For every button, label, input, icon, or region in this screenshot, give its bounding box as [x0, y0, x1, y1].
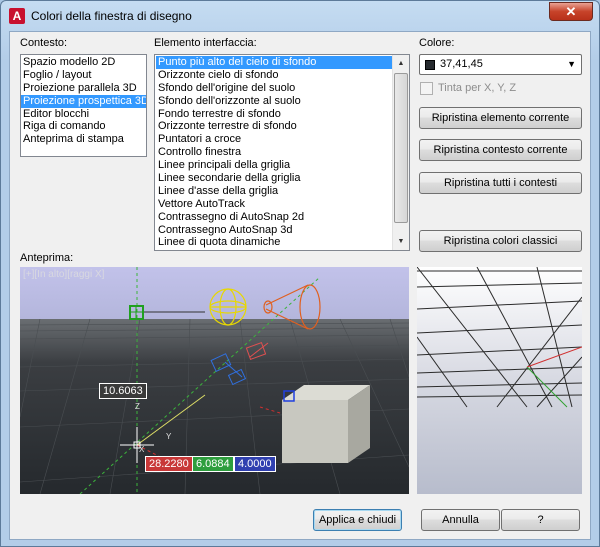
- window-title: Colori della finestra di disegno: [31, 9, 192, 23]
- preview-label: Anteprima:: [20, 252, 74, 264]
- tint-checkbox[interactable]: [420, 82, 433, 95]
- restore-classic-colors-button[interactable]: Ripristina colori classici: [419, 230, 582, 252]
- interface-element-list-item[interactable]: Fondo terrestre di sfondo: [156, 108, 392, 121]
- color-value: 37,41,45: [440, 58, 483, 70]
- context-list-item[interactable]: Anteprima di stampa: [21, 133, 146, 146]
- interface-element-list-item[interactable]: Controllo finestra: [156, 146, 392, 159]
- apply-close-button[interactable]: Applica e chiudi: [313, 509, 402, 531]
- interface-element-list-item[interactable]: Linee d'asse della griglia: [156, 185, 392, 198]
- context-list-item[interactable]: Proiezione parallela 3D: [21, 82, 146, 95]
- color-dropdown[interactable]: 37,41,45 ▼: [419, 54, 582, 75]
- interface-element-list-item[interactable]: Sfondo dell'origine del suolo: [156, 82, 392, 95]
- dialog-window: A Colori della finestra di disegno ✕ Con…: [0, 0, 600, 547]
- axis-y-label: Y: [166, 432, 172, 441]
- autocad-logo-icon: A: [9, 8, 25, 24]
- interface-element-list-item[interactable]: Linee principali della griglia: [156, 159, 392, 172]
- interface-element-list-item[interactable]: Punto più alto del cielo di sfondo: [156, 56, 392, 69]
- close-button[interactable]: ✕: [549, 2, 593, 21]
- context-list-item[interactable]: Spazio modello 2D: [21, 56, 146, 69]
- interface-element-list-item[interactable]: Contrassegno AutoSnap 3d: [156, 224, 392, 237]
- dynamic-input-y: 6.0884: [192, 456, 234, 472]
- context-list-item[interactable]: Riga di comando: [21, 120, 146, 133]
- interface-element-list[interactable]: Punto più alto del cielo di sfondo Orizzo…: [154, 54, 410, 251]
- context-list[interactable]: Spazio modello 2D Foglio / layout Proiezio…: [20, 54, 147, 157]
- restore-all-contexts-button[interactable]: Ripristina tutti i contesti: [419, 172, 582, 194]
- interface-element-list-item[interactable]: Orizzonte cielo di sfondo: [156, 69, 392, 82]
- preview-viewport: Z Y X [+][In alto][raggi X] 10.6063 28.2…: [20, 267, 409, 494]
- scroll-down-arrow-icon[interactable]: ▼: [393, 233, 409, 250]
- perspective-grid: [417, 267, 582, 494]
- interface-element-list-item[interactable]: Linee di quota dinamiche: [156, 236, 392, 249]
- restore-current-context-button[interactable]: Ripristina contesto corrente: [419, 139, 582, 161]
- interface-element-list-item[interactable]: Puntatori a croce: [156, 133, 392, 146]
- tint-checkbox-label: Tinta per X, Y, Z: [438, 82, 517, 94]
- scrollbar-thumb[interactable]: [394, 73, 408, 223]
- restore-current-element-button[interactable]: Ripristina elemento corrente: [419, 107, 582, 129]
- scroll-up-arrow-icon[interactable]: ▲: [393, 55, 409, 72]
- preview-perspective: [417, 267, 582, 494]
- dynamic-input-z: 4.0000: [234, 456, 276, 472]
- cancel-button[interactable]: Annulla: [421, 509, 500, 531]
- interface-element-list-item[interactable]: Sfondo dell'orizzonte al suolo: [156, 95, 392, 108]
- dynamic-input-x: 28.2280: [145, 456, 193, 472]
- color-label: Colore:: [419, 37, 455, 49]
- box-object: [282, 385, 370, 463]
- interface-element-label: Elemento interfaccia:: [154, 37, 257, 49]
- viewport-label[interactable]: [+][In alto][raggi X]: [23, 269, 104, 280]
- context-list-item[interactable]: Proiezione prospettica 3D: [21, 94, 146, 108]
- interface-element-list-item[interactable]: Contrassegno di AutoSnap 2d: [156, 211, 392, 224]
- context-list-item[interactable]: Foglio / layout: [21, 69, 146, 82]
- context-label: Contesto:: [20, 37, 68, 49]
- axis-x-label: X: [139, 445, 145, 454]
- interface-element-list-item[interactable]: Orizzonte terrestre di sfondo: [156, 120, 392, 133]
- interface-list-scrollbar[interactable]: ▲ ▼: [392, 55, 409, 250]
- dynamic-dimension-distance: 10.6063: [99, 383, 147, 399]
- dialog-body: Contesto: Spazio modello 2D Foglio / layo…: [9, 31, 591, 540]
- context-list-item[interactable]: Editor blocchi: [21, 108, 146, 121]
- interface-element-list-item[interactable]: Linee secondarie della griglia: [156, 172, 392, 185]
- axis-z-label: Z: [135, 402, 140, 411]
- title-bar[interactable]: A Colori della finestra di disegno ✕: [1, 1, 599, 31]
- help-button[interactable]: ?: [501, 509, 580, 531]
- chevron-down-icon[interactable]: ▼: [567, 59, 576, 69]
- color-swatch: [425, 60, 435, 70]
- interface-element-list-item[interactable]: Vettore AutoTrack: [156, 198, 392, 211]
